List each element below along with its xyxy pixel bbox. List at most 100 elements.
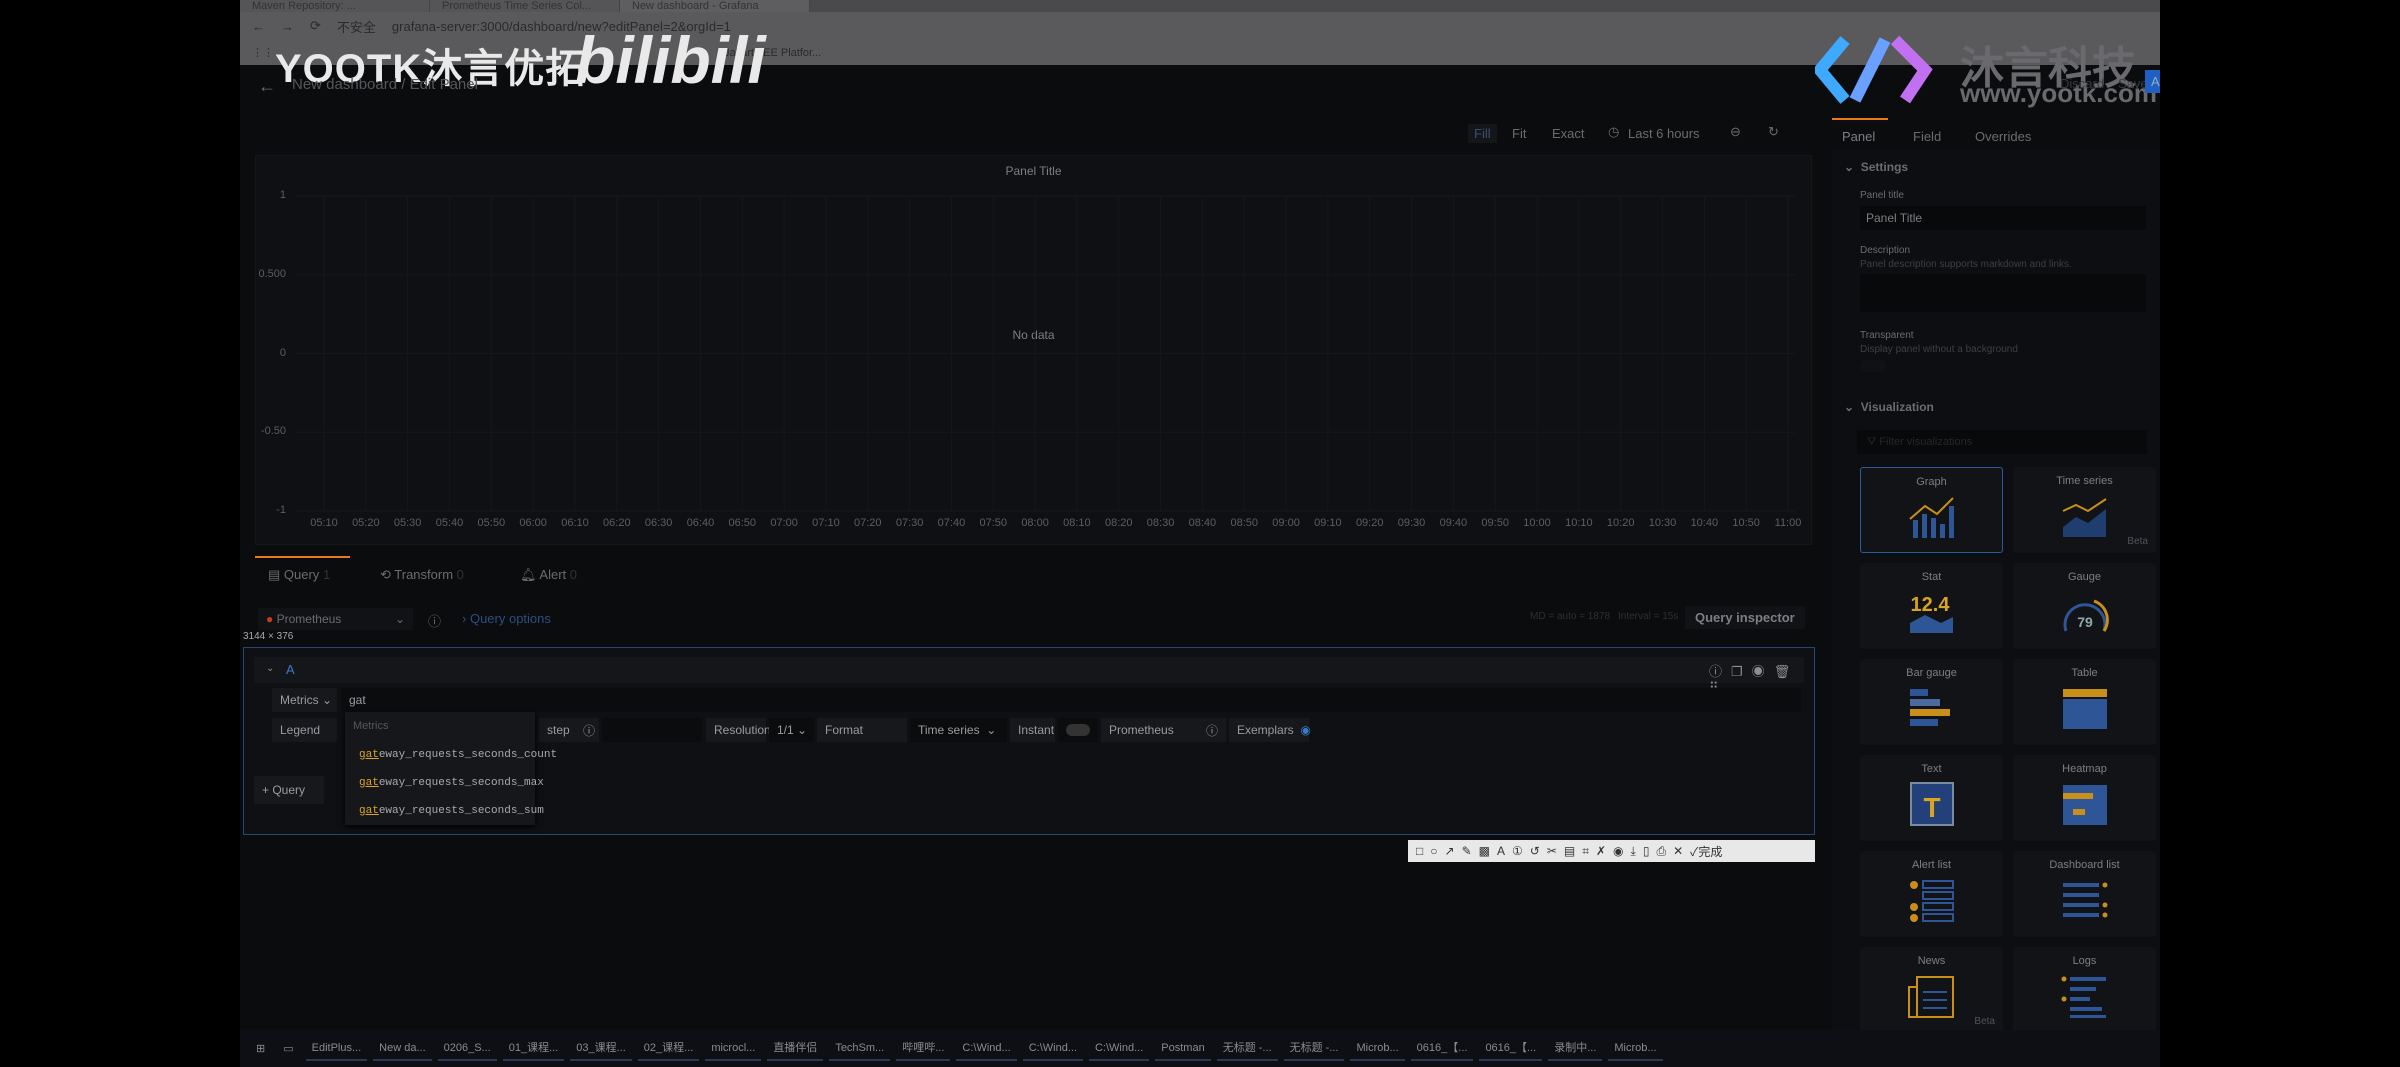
taskbar-item[interactable]: 0616_【... [1479, 1037, 1543, 1061]
taskbar-item[interactable]: 0616_【... [1410, 1037, 1474, 1061]
active-options-tab [1832, 118, 1888, 120]
taskbar-item[interactable]: Microb... [1608, 1037, 1663, 1061]
text-viz-icon: T [1909, 782, 1954, 826]
x-tick-label: 08:50 [1230, 517, 1258, 529]
active-tab-indicator [255, 556, 350, 558]
cut-icon[interactable]: ✂ [1547, 844, 1557, 858]
taskbar-item[interactable]: C:\Wind... [1022, 1037, 1083, 1061]
help-icon[interactable]: ⓘ [428, 611, 441, 630]
format-select[interactable]: Time series ⌄ [910, 718, 1007, 742]
bar-gauge-viz-icon [1909, 689, 1950, 726]
viz-card-gauge[interactable]: Gauge 79 [2013, 563, 2156, 649]
taskbar-item[interactable]: C:\Wind... [1088, 1037, 1150, 1061]
record-icon[interactable]: ◉ [1613, 844, 1623, 858]
logs-viz-icon [2061, 976, 2106, 1018]
undo-icon[interactable]: ↺ [1530, 844, 1540, 858]
transparent-help: Display panel without a background [1860, 344, 2018, 355]
viz-card-logs[interactable]: Logs [2013, 947, 2156, 1033]
mosaic-icon[interactable]: ▩ [1479, 844, 1490, 858]
taskbar-item[interactable]: 0206_S... [437, 1037, 497, 1061]
pin-icon[interactable]: ✗ [1596, 844, 1606, 858]
taskbar-item[interactable]: 无标题 -... [1216, 1037, 1278, 1061]
panel-title-input[interactable]: Panel Title [1860, 206, 2146, 230]
taskbar-item[interactable]: 01_课程... [502, 1037, 565, 1061]
viz-card-table[interactable]: Table [2013, 659, 2156, 745]
viz-card-graph[interactable]: Graph [1860, 467, 2003, 553]
exemplars-toggle[interactable]: Exemplars ◉ [1229, 718, 1311, 742]
stat-viz-icon: 12.4 [1909, 594, 1953, 633]
transparent-toggle[interactable] [1860, 360, 1886, 372]
datasource-picker[interactable]: ● Prometheus ⌄ [258, 608, 413, 630]
resolution-select[interactable]: 1/1 ⌄ [769, 718, 814, 742]
autocomplete-item[interactable]: gateway_requests_seconds_count [359, 749, 557, 761]
viz-card-bar-gauge[interactable]: Bar gauge [1860, 659, 2003, 745]
taskbar-item[interactable]: Postman [1155, 1037, 1211, 1061]
x-tick-label: 06:20 [603, 517, 631, 529]
text-icon[interactable]: A [1497, 844, 1505, 858]
x-tick-label: 08:10 [1063, 517, 1091, 529]
taskbar-item[interactable]: Microb... [1350, 1037, 1405, 1061]
viz-card-heatmap[interactable]: Heatmap [2013, 755, 2156, 841]
taskbar-item[interactable]: 录制中... [1548, 1037, 1603, 1061]
download-icon[interactable]: ⤓ [1631, 844, 1636, 859]
x-tick-label: 07:30 [895, 517, 924, 529]
beta-badge: Beta [1974, 1016, 1995, 1027]
svg-text:79: 79 [2077, 614, 2093, 630]
tab-panel[interactable]: Panel [1842, 129, 1875, 144]
viz-card-dashboard-list[interactable]: Dashboard list [2013, 851, 2156, 937]
metrics-dropdown[interactable]: Metrics ⌄ [272, 688, 337, 712]
circle-icon[interactable]: ○ [1430, 844, 1437, 858]
taskbar-item[interactable]: New da... [373, 1037, 432, 1061]
query-options-button[interactable]: › Query options [462, 611, 551, 626]
add-query-button[interactable]: + Query [254, 776, 324, 804]
taskbar-item[interactable]: TechSm... [829, 1037, 891, 1061]
taskbar-item[interactable]: 03_课程... [570, 1037, 632, 1061]
dashboard-list-viz-icon [2062, 882, 2107, 918]
instant-toggle[interactable] [1058, 718, 1098, 742]
rectangle-icon[interactable]: □ [1416, 844, 1423, 858]
collapse-icon[interactable]: ⌄ [266, 663, 274, 674]
tab-overrides[interactable]: Overrides [1975, 129, 2031, 144]
viz-card-label: Heatmap [2062, 763, 2107, 775]
metrics-input[interactable]: gat [341, 688, 1801, 712]
query-inspector-button[interactable]: Query inspector [1685, 606, 1805, 629]
pencil-icon[interactable]: ✎ [1462, 844, 1472, 858]
taskbar-item[interactable]: C:\Wind... [956, 1037, 1017, 1061]
viz-card-text[interactable]: Text T [1860, 755, 2003, 841]
taskbar-item[interactable]: 无标题 -... [1283, 1037, 1345, 1061]
visualization-section[interactable]: ⌄ Visualization [1844, 400, 1934, 414]
filter-visualizations-input[interactable]: ⛛ Filter visualizations [1857, 430, 2147, 454]
tab-field[interactable]: Field [1913, 129, 1941, 144]
viz-card-news[interactable]: News Beta [1860, 947, 2003, 1033]
step-input[interactable] [602, 718, 702, 742]
taskbar-item[interactable]: EditPlus... [305, 1037, 368, 1061]
done-button[interactable]: ✓完成 [1690, 843, 1722, 860]
tab-query[interactable]: ▤ Query 1 [268, 567, 330, 583]
x-tick-label: 07:10 [812, 517, 840, 529]
taskbar-item[interactable]: microcl... [705, 1037, 762, 1061]
viz-card-time-series[interactable]: Time series Beta [2013, 467, 2156, 553]
taskbar-item[interactable]: 02_课程... [637, 1037, 700, 1061]
ocr-icon[interactable]: ▤ [1564, 844, 1575, 858]
query-ref[interactable]: A [286, 662, 295, 677]
settings-section[interactable]: ⌄ Settings [1844, 160, 1908, 174]
viz-card-alert-list[interactable]: Alert list [1860, 851, 2003, 937]
viz-card-stat[interactable]: Stat 12.4 [1860, 563, 2003, 649]
task-view-icon[interactable]: ▭ [277, 1038, 299, 1060]
tab-transform[interactable]: ⟲ Transform 0 [380, 567, 464, 583]
number-icon[interactable]: ① [1512, 844, 1523, 858]
taskbar-item[interactable]: 直播伴侣 [767, 1037, 824, 1061]
autocomplete-item[interactable]: gateway_requests_seconds_max [359, 777, 544, 789]
start-icon[interactable]: ⊞ [250, 1038, 271, 1060]
close-icon[interactable]: ✕ [1673, 844, 1683, 858]
x-tick-label: 09:20 [1355, 517, 1384, 529]
arrow-icon[interactable]: ↗ [1445, 844, 1455, 858]
bookmark-icon[interactable]: ⎙ [1656, 844, 1666, 859]
scan-icon[interactable]: ⌗ [1582, 844, 1589, 859]
description-textarea[interactable] [1860, 274, 2146, 312]
taskbar-item[interactable]: 哔哩哔... [896, 1037, 951, 1061]
resolution-label: Resolution [706, 718, 771, 742]
tab-alert[interactable]: 🔔︎ Alert 0 [520, 567, 577, 583]
autocomplete-item[interactable]: gateway_requests_seconds_sum [359, 805, 544, 817]
phone-icon[interactable]: ▯ [1643, 844, 1650, 858]
